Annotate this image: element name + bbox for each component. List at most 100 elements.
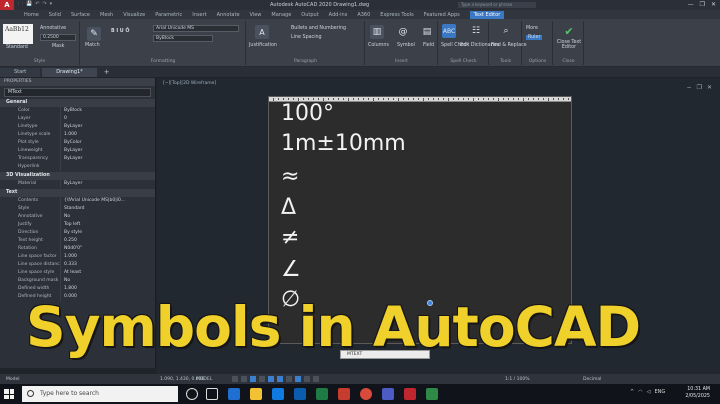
chrome-icon[interactable] <box>360 388 372 400</box>
property-value[interactable]: ByBlock <box>60 107 155 115</box>
tab-a360[interactable]: A360 <box>357 12 370 18</box>
property-value[interactable]: ByColor <box>60 139 155 147</box>
tab-output[interactable]: Output <box>301 12 318 18</box>
windows-start-icon[interactable] <box>4 389 14 399</box>
help-search-input[interactable]: Type a keyword or phrase <box>458 2 536 8</box>
excel-icon[interactable] <box>316 388 328 400</box>
property-row[interactable]: Plot style ByColor <box>0 139 155 147</box>
property-row[interactable]: Material ByLayer <box>0 180 155 188</box>
field-icon[interactable]: ▤ <box>420 25 434 39</box>
tab-view[interactable]: View <box>250 12 262 18</box>
volume-icon[interactable]: ◁ <box>647 389 651 395</box>
selection-cycling-icon[interactable] <box>313 376 319 382</box>
ortho-toggle-icon[interactable] <box>259 376 265 382</box>
viewport-controls[interactable]: [−][Top][2D Wireframe] <box>163 81 216 86</box>
polar-toggle-icon[interactable] <box>268 376 274 382</box>
property-row[interactable]: Line space style At least <box>0 269 155 277</box>
infer-toggle-icon[interactable] <box>250 376 256 382</box>
property-row[interactable]: Hyperlink <box>0 163 155 171</box>
task-view-icon[interactable] <box>206 388 218 400</box>
property-value[interactable]: 0.333 <box>60 261 155 269</box>
property-row[interactable]: Style Standard <box>0 205 155 213</box>
property-row[interactable]: Linetype scale 1.000 <box>0 131 155 139</box>
property-row[interactable]: Background mask No <box>0 277 155 285</box>
tab-surface[interactable]: Surface <box>71 12 90 18</box>
property-value[interactable]: ByLayer <box>60 147 155 155</box>
property-value[interactable]: Top left <box>60 221 155 229</box>
teams-icon[interactable] <box>382 388 394 400</box>
symbol-icon[interactable]: @ <box>396 25 410 39</box>
tab-featured-apps[interactable]: Featured Apps <box>424 12 460 18</box>
mail-icon[interactable] <box>272 388 284 400</box>
new-tab-icon[interactable]: + <box>99 68 115 77</box>
property-value[interactable]: 0.250 <box>60 237 155 245</box>
powerpoint-icon[interactable] <box>338 388 350 400</box>
minimize-icon[interactable]: — <box>688 1 694 8</box>
transparency-toggle-icon[interactable] <box>304 376 310 382</box>
word-icon[interactable] <box>294 388 306 400</box>
property-value[interactable] <box>60 163 155 171</box>
property-value[interactable]: N0d0'0" <box>60 245 155 253</box>
tab-drawing1[interactable]: Drawing1* <box>42 68 97 77</box>
text-style-preview[interactable]: AaBb12 <box>3 24 33 44</box>
tab-parametric[interactable]: Parametric <box>155 12 182 18</box>
tab-solid[interactable]: Solid <box>49 12 61 18</box>
property-value[interactable]: ByLayer <box>60 180 155 188</box>
autocad-logo-icon[interactable]: A <box>0 0 14 10</box>
tab-home[interactable]: Home <box>24 12 39 18</box>
clock[interactable]: 10:31 AM 2/05/2025 <box>685 386 710 400</box>
tab-express-tools[interactable]: Express Tools <box>380 12 413 18</box>
annotation-scale[interactable]: 1:1 / 100% <box>505 377 529 382</box>
tab-text-editor[interactable]: Text Editor <box>469 10 505 19</box>
match-icon[interactable]: ✎ <box>87 27 101 41</box>
property-value[interactable]: 1.000 <box>60 131 155 139</box>
mask-button[interactable]: Mask <box>52 44 64 49</box>
columns-icon[interactable]: ▥ <box>370 25 384 39</box>
justification-icon[interactable]: A <box>255 25 269 39</box>
find-replace-icon[interactable]: ⌕ <box>499 24 513 38</box>
property-row[interactable]: Line space distance 0.333 <box>0 261 155 269</box>
tab-insert[interactable]: Insert <box>192 12 206 18</box>
property-row[interactable]: Rotation N0d0'0" <box>0 245 155 253</box>
spell-check-icon[interactable]: ABC <box>442 24 456 38</box>
command-line-input[interactable]: MTEXT <box>340 350 430 359</box>
property-row[interactable]: Linetype ByLayer <box>0 123 155 131</box>
property-row[interactable]: Defined width 1.800 <box>0 285 155 293</box>
close-icon[interactable]: ✕ <box>711 1 716 8</box>
save-icon[interactable]: 💾 <box>26 1 32 9</box>
language-indicator[interactable]: ENG <box>654 389 665 395</box>
close-viewport-icon[interactable]: ✕ <box>707 84 712 91</box>
autocad-taskbar-icon[interactable] <box>404 388 416 400</box>
annotative-button[interactable]: Annotative <box>40 26 66 31</box>
lineweight-toggle-icon[interactable] <box>295 376 301 382</box>
property-value[interactable]: 1.800 <box>60 285 155 293</box>
property-value[interactable]: ByLayer <box>60 123 155 131</box>
property-row[interactable]: Annotative No <box>0 213 155 221</box>
taskbar-search-input[interactable]: Type here to search <box>22 386 178 402</box>
property-row[interactable]: Line space factor 1.000 <box>0 253 155 261</box>
property-value[interactable]: Standard <box>60 205 155 213</box>
wifi-icon[interactable]: ◠ <box>638 389 642 395</box>
edge-icon[interactable] <box>228 388 240 400</box>
edit-dictionaries-icon[interactable]: ☷ <box>469 24 483 38</box>
property-value[interactable]: By style <box>60 229 155 237</box>
model-layout-tab[interactable]: Model <box>0 377 40 382</box>
font-combo[interactable]: Arial Unicode MS <box>153 25 239 32</box>
grid-toggle-icon[interactable] <box>232 376 238 382</box>
property-row[interactable]: Justify Top left <box>0 221 155 229</box>
redo-icon[interactable]: ↷ <box>42 1 46 9</box>
checkmark-icon[interactable]: ✔ <box>562 24 576 38</box>
property-row[interactable]: Text height 0.250 <box>0 237 155 245</box>
property-value[interactable]: No <box>60 277 155 285</box>
tab-add-ins[interactable]: Add-ins <box>329 12 348 18</box>
cortana-icon[interactable] <box>186 388 198 400</box>
tab-start[interactable]: Start <box>0 68 41 77</box>
property-value[interactable]: No <box>60 213 155 221</box>
app-icon[interactable] <box>426 388 438 400</box>
property-value[interactable]: ByLayer <box>60 155 155 163</box>
property-value[interactable]: {\fArial Unicode MS|b0|i0... <box>60 197 155 205</box>
property-value[interactable]: At least <box>60 269 155 277</box>
file-explorer-icon[interactable] <box>250 388 262 400</box>
line-spacing-button[interactable]: Line Spacing <box>291 35 322 40</box>
property-section-header[interactable]: General <box>0 99 155 107</box>
